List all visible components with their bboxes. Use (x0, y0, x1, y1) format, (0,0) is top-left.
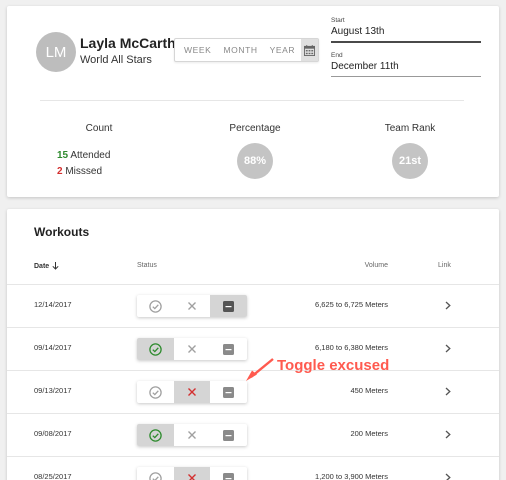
profile-card: LM Layla McCarthy World All Stars WEEK M… (7, 6, 499, 197)
close-icon (188, 431, 196, 439)
row-volume: 200 Meters (350, 429, 388, 438)
status-toggle (137, 295, 247, 317)
attended-toggle-button[interactable] (137, 467, 174, 480)
count-title: Count (85, 123, 113, 134)
table-row: 08/25/2017 1,200 to 3,900 Meters (7, 456, 499, 480)
status-toggle (137, 467, 247, 480)
attended-label: Attended (70, 150, 111, 161)
end-date-input[interactable]: December 11th (331, 61, 481, 77)
row-link-button[interactable] (442, 426, 454, 442)
excused-icon (223, 429, 235, 441)
row-volume: 6,625 to 6,725 Meters (315, 300, 388, 309)
arrow-down-icon (52, 262, 59, 270)
range-month-button[interactable]: MONTH (217, 39, 263, 61)
attended-toggle-button[interactable] (137, 381, 174, 403)
divider (40, 100, 464, 101)
row-volume: 6,180 to 6,380 Meters (315, 343, 388, 352)
excused-icon (223, 343, 235, 355)
missed-toggle-button[interactable] (173, 467, 211, 480)
team-rank-title: Team Rank (384, 123, 436, 134)
annotation-label: Toggle excused (277, 357, 390, 374)
user-team: World All Stars (80, 54, 152, 66)
date-column-label: Date (34, 262, 50, 270)
chevron-right-icon (445, 430, 451, 438)
date-column-header[interactable]: Date (34, 262, 59, 270)
row-volume: 450 Meters (350, 386, 388, 395)
attended-toggle-button[interactable] (137, 338, 174, 360)
missed-toggle-button[interactable] (173, 381, 211, 403)
start-date-label: Start (331, 17, 345, 24)
row-link-button[interactable] (442, 383, 454, 399)
percentage-title: Percentage (229, 123, 281, 134)
row-date: 08/25/2017 (34, 472, 72, 480)
row-date: 09/13/2017 (34, 386, 72, 395)
row-volume: 1,200 to 3,900 Meters (315, 472, 388, 480)
excused-icon (223, 386, 235, 398)
chevron-right-icon (445, 344, 451, 352)
missed-toggle-button[interactable] (174, 295, 211, 317)
range-week-button[interactable]: WEEK (175, 39, 217, 61)
avatar: LM (36, 32, 76, 72)
calendar-button[interactable] (301, 39, 318, 61)
row-date: 12/14/2017 (34, 300, 72, 309)
start-date-field[interactable]: Start August 13th (331, 17, 481, 43)
row-link-button[interactable] (442, 340, 454, 356)
end-date-field[interactable]: End December 11th (331, 52, 481, 77)
date-range-toggle: WEEK MONTH YEAR (174, 38, 319, 62)
volume-column-header: Volume (364, 262, 388, 269)
range-year-button[interactable]: YEAR (264, 39, 302, 61)
chevron-right-icon (445, 301, 451, 309)
check-circle-icon (149, 428, 162, 442)
annotation-arrow-icon (246, 358, 274, 381)
missed-count: 2 Misssed (57, 166, 102, 177)
status-column-header: Status (137, 262, 157, 269)
check-circle-icon (149, 342, 162, 356)
close-icon (188, 388, 196, 396)
start-date-input[interactable]: August 13th (331, 26, 481, 43)
percentage-badge: 88% (237, 143, 273, 179)
status-toggle (137, 424, 247, 446)
row-date: 09/08/2017 (34, 429, 72, 438)
close-icon (188, 345, 196, 353)
missed-toggle-button[interactable] (174, 424, 211, 446)
close-icon (188, 474, 196, 480)
user-name: Layla McCarthy (80, 35, 184, 51)
status-toggle (137, 338, 247, 360)
missed-number: 2 (57, 166, 63, 177)
workouts-title: Workouts (34, 225, 90, 239)
attended-count: 15 Attended (57, 150, 110, 161)
end-date-label: End (331, 52, 343, 59)
row-link-button[interactable] (442, 469, 454, 480)
chevron-right-icon (445, 387, 451, 395)
check-circle-icon (149, 471, 162, 480)
row-link-button[interactable] (442, 297, 454, 313)
calendar-icon (304, 44, 316, 56)
attended-toggle-button[interactable] (137, 295, 174, 317)
attended-number: 15 (57, 150, 69, 161)
chevron-right-icon (445, 473, 451, 480)
close-icon (188, 302, 196, 310)
excused-icon (223, 472, 235, 480)
excused-icon (223, 300, 235, 312)
table-row: 12/14/2017 6,625 to 6,725 Meters (7, 284, 499, 327)
link-column-header: Link (438, 262, 451, 269)
team-rank-badge: 21st (392, 143, 428, 179)
check-circle-icon (149, 299, 162, 313)
attended-toggle-button[interactable] (137, 424, 174, 446)
missed-toggle-button[interactable] (174, 338, 211, 360)
missed-label: Misssed (65, 166, 103, 177)
table-row: 09/08/2017 200 Meters (7, 413, 499, 456)
status-toggle (137, 381, 247, 403)
row-date: 09/14/2017 (34, 343, 72, 352)
check-circle-icon (149, 385, 162, 399)
workouts-card: Workouts Date Status Volume Link 12/14/2… (7, 209, 499, 480)
